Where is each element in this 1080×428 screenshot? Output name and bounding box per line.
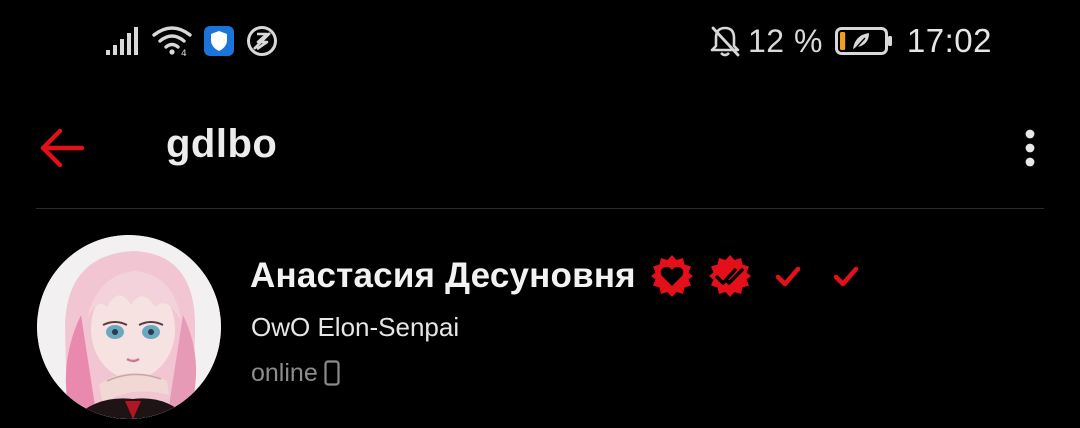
profile-name-row: Анастасия Десуновня [250,250,868,302]
wifi-icon: 4 [152,26,192,57]
battery-saver-icon [834,27,892,55]
phone-icon [324,360,340,386]
profile-badges [650,254,868,298]
avatar-image [37,235,221,419]
vpn-shield-icon [204,26,234,56]
status-bar: 4 12 % 17:02 [0,0,1080,84]
data-saver-icon [247,26,277,56]
presence-text: online [251,358,318,387]
check-icon [833,266,859,287]
more-options-button[interactable] [1008,118,1052,178]
svg-text:4: 4 [181,49,187,57]
profile-name: Анастасия Десуновня [250,256,636,295]
battery-fill [839,32,846,50]
verified-double-check-badge-icon [708,255,751,297]
clock: 17:02 [906,22,992,59]
arrow-left-icon [40,128,85,168]
status-bar-left: 4 [106,22,278,60]
chat-title: gdlbo [166,122,278,166]
notifications-off-icon [710,26,740,57]
check-icon [775,266,801,287]
battery-percentage: 12 % [747,22,823,59]
more-vertical-icon [1025,129,1035,167]
header-divider [36,208,1044,209]
heart-badge-icon [650,255,693,297]
avatar[interactable] [37,235,221,419]
signal-icon [106,27,138,55]
app-bar: gdlbo [0,100,1080,196]
status-bar-right: 12 % 17:02 [710,22,992,60]
back-button[interactable] [30,118,94,178]
profile-status: OwO Elon-Senpai [251,312,460,342]
profile-presence: online [251,358,340,388]
